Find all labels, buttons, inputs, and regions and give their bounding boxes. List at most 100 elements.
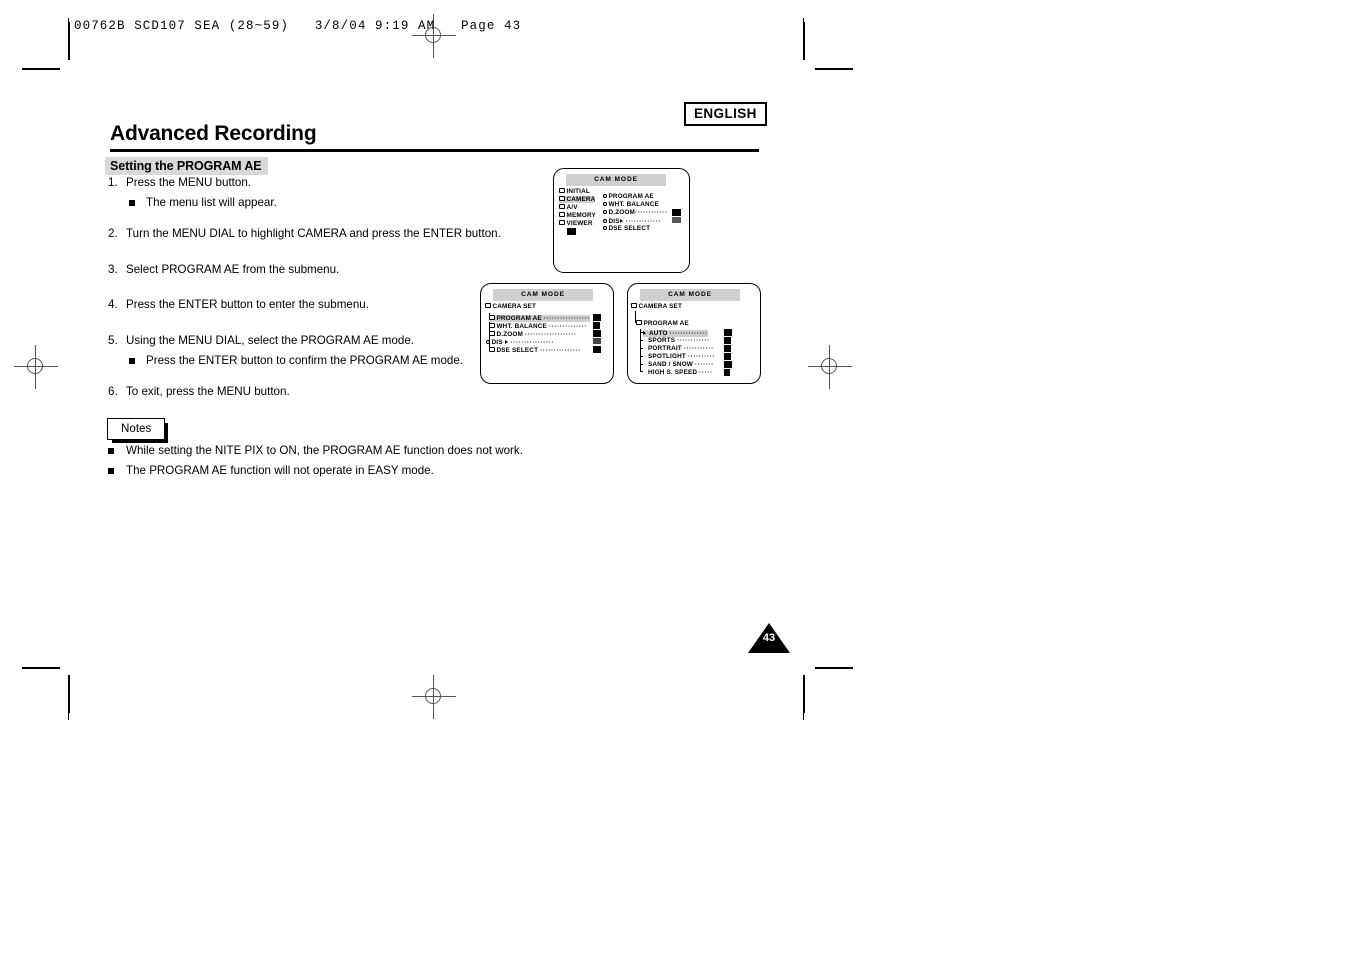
- menu-item-av[interactable]: A/V: [559, 204, 578, 211]
- menu-item-label: INITIAL: [566, 188, 590, 195]
- value-indicator-portrait: [724, 345, 731, 352]
- diamond-bullet-icon: [603, 193, 607, 198]
- menu-item-label: A/V: [566, 204, 578, 211]
- menu-item-dse-select[interactable]: DSE SELECT ···············: [489, 347, 581, 354]
- value-indicator-dis: [672, 217, 681, 223]
- folder-icon: [489, 315, 495, 320]
- substep-text: The menu list will appear.: [146, 195, 277, 209]
- leader-dots: ············: [677, 337, 710, 344]
- option-label: SAND / SNOW: [648, 361, 693, 368]
- tree-tick: [640, 356, 643, 357]
- leader-dots: ··············: [669, 330, 708, 337]
- menu-item-wht-balance[interactable]: WHT. BALANCE ··············: [489, 323, 587, 330]
- option-sports[interactable]: SPORTS ············: [648, 337, 710, 344]
- leader-dots: ···················: [524, 331, 577, 338]
- lcd-title-cam-mode: CAM MODE: [640, 289, 740, 301]
- submenu-item-wht-balance[interactable]: WHT. BALANCE: [603, 201, 659, 208]
- menu-item-camera[interactable]: CAMERA: [559, 196, 596, 204]
- submenu-item-dse-select[interactable]: DSE SELECT: [603, 225, 650, 232]
- step-number: 3.: [108, 262, 118, 276]
- crop-mark-top-right-h: [815, 68, 853, 70]
- menu-item-d-zoom[interactable]: D.ZOOM ···················: [489, 331, 577, 338]
- diamond-bullet-icon: [603, 218, 607, 223]
- title-rule: [110, 149, 759, 152]
- menu-item-label: MEMORY: [566, 212, 596, 219]
- value-indicator-high-s-speed: [724, 369, 730, 376]
- option-high-s-speed[interactable]: HIGH S. SPEED ·····: [648, 369, 713, 376]
- crop-mark-bottom-left-h: [22, 667, 60, 669]
- menu-item-label: VIEWER: [566, 220, 593, 227]
- menu-item-program-ae[interactable]: PROGRAM AE ·················: [489, 315, 591, 323]
- tree-tick: [640, 340, 643, 341]
- crop-mark-bottom-right-h: [815, 667, 853, 669]
- option-label: AUTO: [649, 330, 668, 337]
- tree-tick: [640, 371, 643, 372]
- registration-mark-bottom: [412, 675, 456, 719]
- note-text: While setting the NITE PIX to ON, the PR…: [126, 444, 523, 457]
- option-spotlight[interactable]: SPOTLIGHT ··········: [648, 353, 716, 360]
- step-text: Press the ENTER button to enter the subm…: [126, 298, 369, 312]
- breadcrumb-label: PROGRAM AE: [643, 320, 689, 327]
- folder-icon: [559, 196, 565, 201]
- crop-mark-top-left-h: [22, 68, 60, 70]
- arrow-right-icon: [643, 330, 648, 335]
- folder-icon: [485, 303, 491, 308]
- folder-icon: [489, 331, 495, 336]
- leader-dots: ··········: [687, 353, 716, 360]
- folder-icon: [559, 212, 565, 217]
- value-indicator-auto: [724, 329, 732, 336]
- notes-label-box: Notes: [107, 418, 169, 443]
- menu-item-memory[interactable]: MEMORY: [559, 212, 596, 219]
- menu-item-dis[interactable]: DIS ················: [486, 339, 554, 346]
- leader-dots: ·······: [694, 361, 715, 368]
- option-label: PORTRAIT: [648, 345, 682, 352]
- step-number: 5.: [108, 333, 118, 347]
- note-text: The PROGRAM AE function will not operate…: [126, 463, 434, 477]
- submenu-item-d-zoom[interactable]: D.ZOOM············: [603, 209, 668, 216]
- menu-item-viewer[interactable]: VIEWER: [559, 220, 593, 227]
- step-item: 2. Turn the MENU DIAL to highlight CAMER…: [108, 228, 538, 240]
- step-item: 1. Press the MENU button. The menu list …: [108, 177, 538, 208]
- bullet-square-icon: [108, 448, 114, 454]
- folder-icon: [559, 188, 565, 193]
- breadcrumb-label: CAMERA SET: [638, 303, 683, 310]
- value-indicator-wht-balance: [593, 322, 600, 329]
- value-indicator-program-ae: [593, 314, 601, 321]
- section-heading: Setting the PROGRAM AE: [105, 157, 268, 175]
- notes-list: While setting the NITE PIX to ON, the PR…: [108, 445, 628, 484]
- gutter-rule-top-right: [803, 18, 804, 40]
- step-number: 6.: [108, 385, 118, 399]
- diamond-bullet-icon: [603, 225, 607, 230]
- leader-dots: ·············: [625, 218, 662, 225]
- bullet-square-icon: [129, 199, 135, 206]
- lcd-screen-camera-set: CAM MODE CAMERA SET PROGRAM AE ·········…: [480, 283, 614, 384]
- step-text: Turn the MENU DIAL to highlight CAMERA a…: [126, 227, 501, 241]
- breadcrumb-camera-set: CAMERA SET: [631, 303, 682, 310]
- leader-dots: ···········: [683, 345, 714, 352]
- folder-icon: [559, 204, 565, 209]
- step-item: 3. Select PROGRAM AE from the submenu.: [108, 264, 538, 276]
- value-indicator-sand-snow: [724, 361, 732, 368]
- notes-label: Notes: [121, 422, 152, 435]
- menu-item-label: DSE SELECT: [496, 347, 539, 354]
- breadcrumb-program-ae: PROGRAM AE: [636, 320, 689, 327]
- submenu-item-program-ae[interactable]: PROGRAM AE: [603, 193, 654, 200]
- step-substep: The menu list will appear.: [108, 195, 538, 209]
- option-sand-snow[interactable]: SAND / SNOW ·······: [648, 361, 715, 368]
- substep-text: Press the ENTER button to confirm the PR…: [146, 353, 464, 367]
- registration-mark-right: [808, 345, 852, 389]
- leader-dots: ············: [634, 209, 668, 216]
- folder-icon: [489, 323, 495, 328]
- leader-dots: ··············: [548, 323, 588, 330]
- gutter-rule-bottom-left: [68, 678, 69, 720]
- step-number: 1.: [108, 176, 118, 189]
- value-indicator-d-zoom: [672, 209, 681, 216]
- language-badge: ENGLISH: [684, 102, 767, 126]
- gutter-rule-bottom-right: [803, 678, 804, 720]
- step-item: 5. Using the MENU DIAL, select the PROGR…: [108, 335, 538, 366]
- lcd-title-cam-mode: CAM MODE: [493, 289, 593, 301]
- menu-item-initial[interactable]: INITIAL: [559, 188, 590, 195]
- option-portrait[interactable]: PORTRAIT ···········: [648, 345, 714, 352]
- menu-scroll-indicator: [567, 228, 576, 235]
- step-substep: Press the ENTER button to confirm the PR…: [108, 353, 538, 367]
